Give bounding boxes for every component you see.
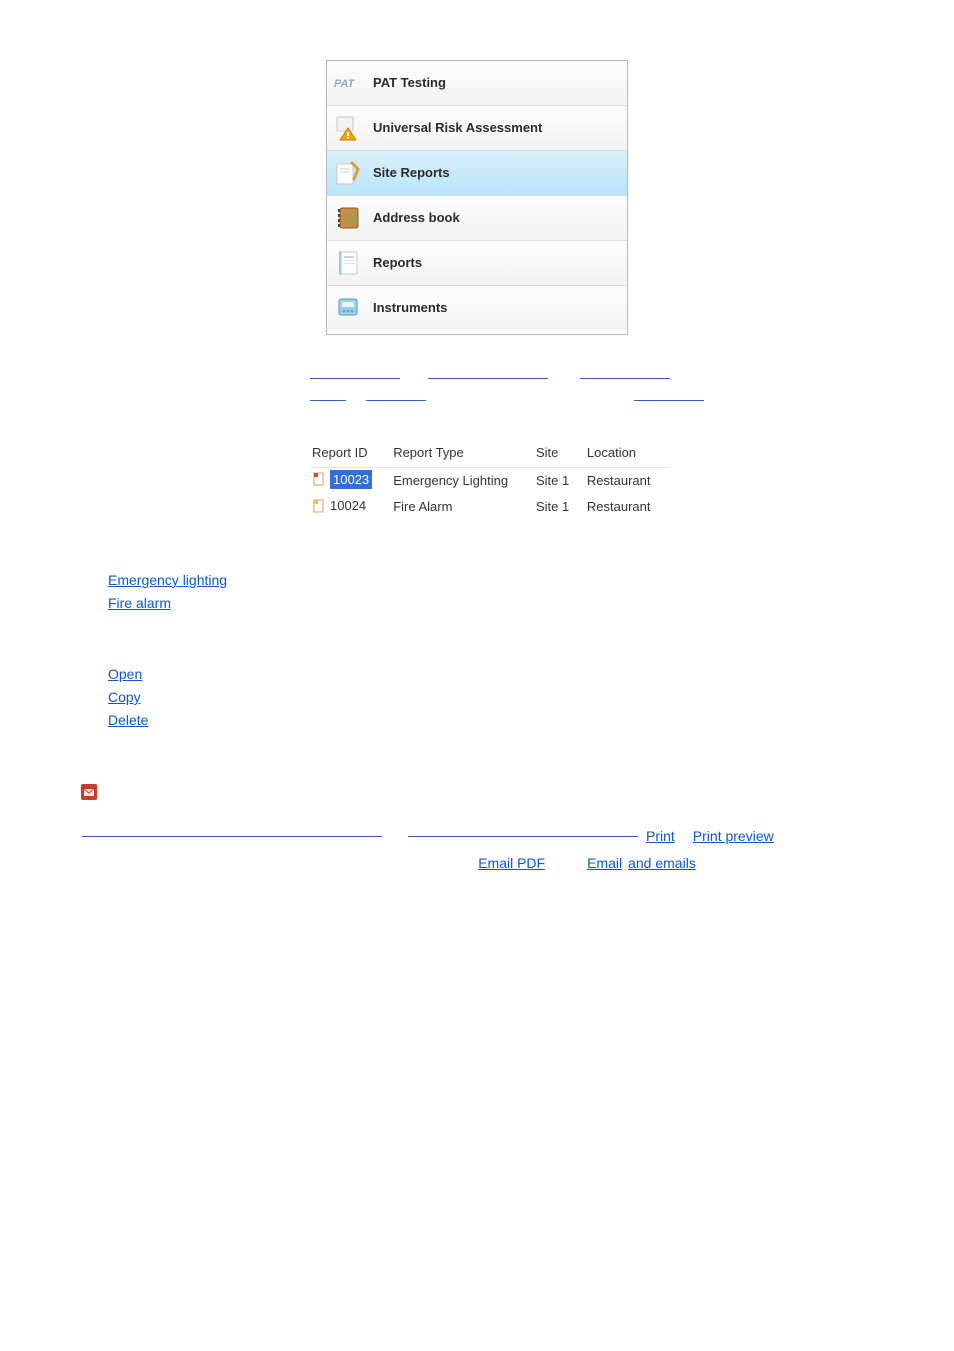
nav-item-label: Site Reports: [373, 163, 450, 183]
svg-text:@: @: [346, 211, 358, 225]
cell-site: Site 1: [534, 467, 585, 494]
risk-icon: [333, 113, 363, 143]
nav-item-label: Address book: [373, 208, 460, 228]
svg-text:PAT: PAT: [334, 78, 356, 90]
document-icon: [312, 499, 326, 513]
nav-item-pat-testing[interactable]: PAT PAT Testing: [327, 61, 627, 106]
report-table: Report ID Report Type Site Location 1002…: [310, 439, 670, 520]
link-open[interactable]: Open: [108, 666, 142, 682]
nav-item-instruments[interactable]: Instruments: [327, 286, 627, 330]
nav-item-label: Reports: [373, 253, 422, 273]
link-and-emails[interactable]: and emails: [628, 853, 696, 874]
link-copy[interactable]: Copy: [108, 689, 141, 705]
col-header-site[interactable]: Site: [534, 439, 585, 467]
print-row: Print Print preview: [80, 826, 874, 847]
link-print-preview[interactable]: Print preview: [693, 826, 774, 847]
reports-icon: [333, 248, 363, 278]
row-id: 10024: [330, 496, 366, 516]
cell-location: Restaurant: [585, 494, 670, 520]
table-header-row: Report ID Report Type Site Location: [310, 439, 670, 467]
report-table-wrap: Report ID Report Type Site Location 1002…: [310, 439, 670, 520]
col-header-location[interactable]: Location: [585, 439, 670, 467]
document-icon: [312, 472, 326, 486]
nav-panel: PAT PAT Testing Universal Risk Assessmen…: [326, 60, 628, 335]
nav-item-site-reports[interactable]: Site Reports: [327, 151, 627, 196]
print-email-icon: [80, 783, 98, 801]
col-header-type[interactable]: Report Type: [391, 439, 534, 467]
table-row[interactable]: 10023 Emergency Lighting Site 1 Restaura…: [310, 467, 670, 494]
nav-item-label: Instruments: [373, 298, 447, 318]
row-id-selected: 10023: [330, 470, 372, 490]
intro-link-lines: [310, 365, 874, 409]
nav-item-address-book[interactable]: @ Address book: [327, 196, 627, 241]
link-email[interactable]: Email: [587, 853, 622, 874]
address-book-icon: @: [333, 203, 363, 233]
link-print[interactable]: Print: [646, 826, 675, 847]
table-row[interactable]: 10024 Fire Alarm Site 1 Restaurant: [310, 494, 670, 520]
print-email-section: Print Print preview Email PDF Email and …: [80, 781, 874, 874]
cell-site: Site 1: [534, 494, 585, 520]
cell-type: Emergency Lighting: [391, 467, 534, 494]
cell-location: Restaurant: [585, 467, 670, 494]
nav-item-label: Universal Risk Assessment: [373, 118, 542, 138]
nav-item-risk-assessment[interactable]: Universal Risk Assessment: [327, 106, 627, 151]
report-type-links-block: Emergency lighting Fire alarm: [80, 570, 874, 614]
col-header-id[interactable]: Report ID: [310, 439, 391, 467]
link-emergency-lighting[interactable]: Emergency lighting: [108, 572, 227, 588]
pat-icon: PAT: [333, 68, 363, 98]
email-row: Email PDF Email and emails: [300, 853, 874, 874]
action-links-block: Open Copy Delete: [80, 664, 874, 731]
nav-item-label: PAT Testing: [373, 73, 446, 93]
nav-item-reports[interactable]: Reports: [327, 241, 627, 286]
link-delete[interactable]: Delete: [108, 712, 148, 728]
link-fire-alarm[interactable]: Fire alarm: [108, 595, 171, 611]
link-email-pdf[interactable]: Email PDF: [478, 853, 545, 874]
site-reports-icon: [333, 158, 363, 188]
cell-type: Fire Alarm: [391, 494, 534, 520]
instruments-icon: [333, 293, 363, 323]
